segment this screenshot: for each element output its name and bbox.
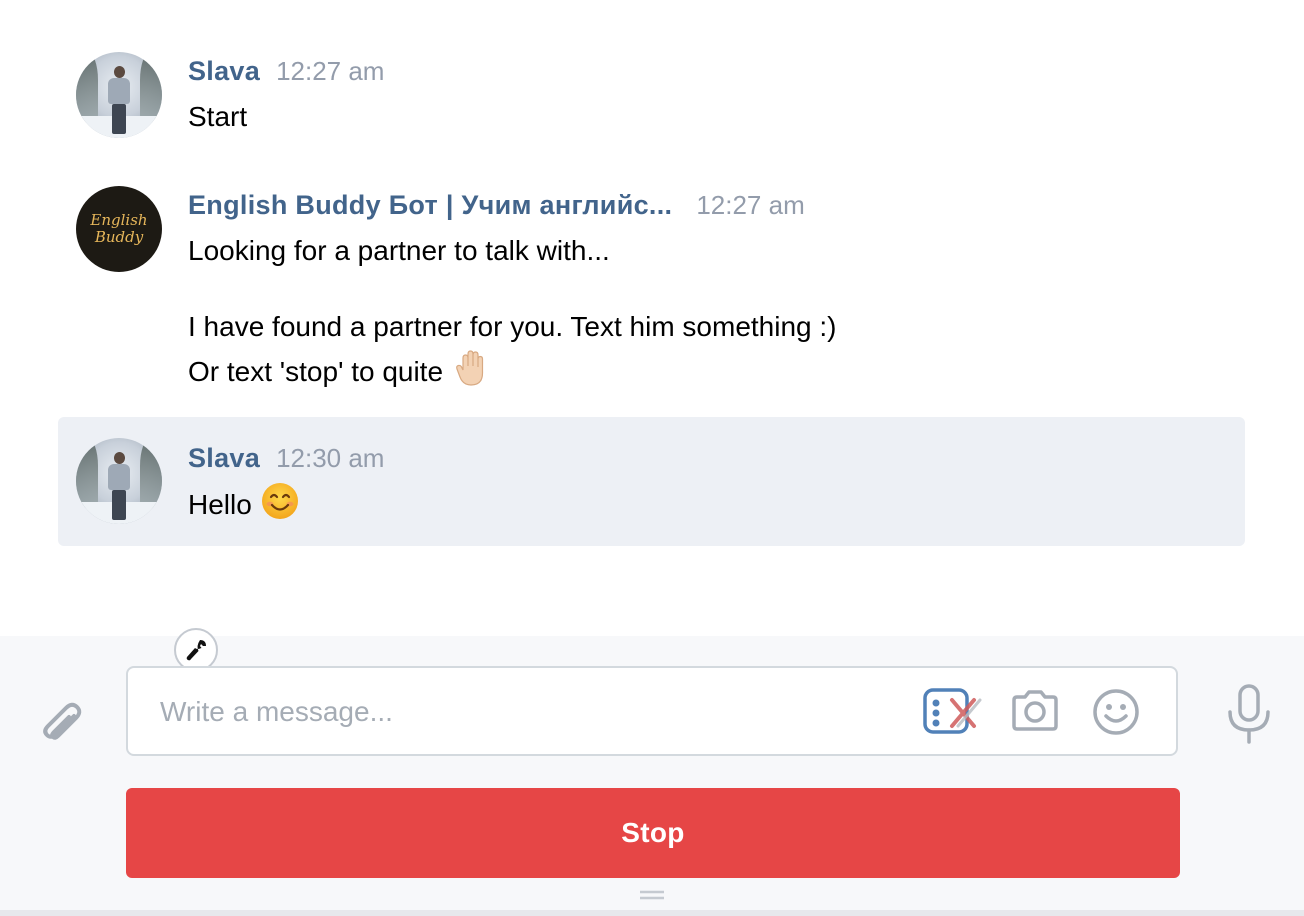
author-name[interactable]: Slava — [188, 443, 260, 473]
message-line-with-emoji: Or text 'stop' to quite — [188, 348, 837, 400]
message-text: Start — [188, 95, 247, 138]
message-line: Start — [188, 101, 248, 132]
message-text: Hello — [188, 481, 300, 533]
message-input[interactable] — [158, 686, 902, 738]
smiling-face-emoji — [260, 481, 300, 533]
paperclip-icon[interactable] — [34, 692, 90, 748]
message-time: 12:27 am — [276, 56, 385, 86]
author-name[interactable]: Slava — [188, 56, 260, 86]
avatar[interactable]: English Buddy — [76, 186, 162, 272]
author-name[interactable]: English Buddy Бот | Учим английс... — [188, 190, 672, 220]
message-time: 12:27 am — [696, 190, 805, 220]
stop-button[interactable]: Stop — [126, 788, 1180, 878]
avatar[interactable] — [76, 438, 162, 524]
message-header: English Buddy Бот | Учим английс... 12:27… — [188, 190, 805, 221]
camera-icon[interactable] — [1008, 688, 1062, 734]
message-highlighted: Slava 12:30 am Hello — [58, 417, 1245, 546]
keyboard-icon[interactable] — [922, 686, 984, 738]
avatar[interactable] — [76, 52, 162, 138]
message-header: Slava 12:30 am — [188, 443, 384, 474]
drag-handle-icon[interactable] — [638, 888, 666, 902]
message-input-box — [126, 666, 1178, 756]
message-composer: Stop — [0, 628, 1304, 916]
message-line: Looking for a partner to talk with... — [188, 235, 610, 266]
message-line: I have found a partner for you. Text him… — [188, 311, 837, 342]
smile-icon[interactable] — [1090, 686, 1142, 738]
microphone-icon[interactable] — [1222, 684, 1276, 746]
message-time: 12:30 am — [276, 443, 385, 473]
divider — [0, 910, 1304, 916]
message: English Buddy English Buddy Бот | Учим а… — [58, 168, 1245, 404]
raised-hand-emoji — [451, 348, 491, 400]
message-text: Looking for a partner to talk with... I … — [188, 229, 837, 400]
message-line-with-emoji: Hello — [188, 481, 300, 533]
chat-window: Slava 12:27 am Start English Buddy Englis… — [0, 0, 1304, 916]
message-header: Slava 12:27 am — [188, 56, 384, 87]
message: Slava 12:27 am Start — [58, 34, 1245, 164]
english-buddy-logo: English Buddy — [76, 186, 162, 272]
